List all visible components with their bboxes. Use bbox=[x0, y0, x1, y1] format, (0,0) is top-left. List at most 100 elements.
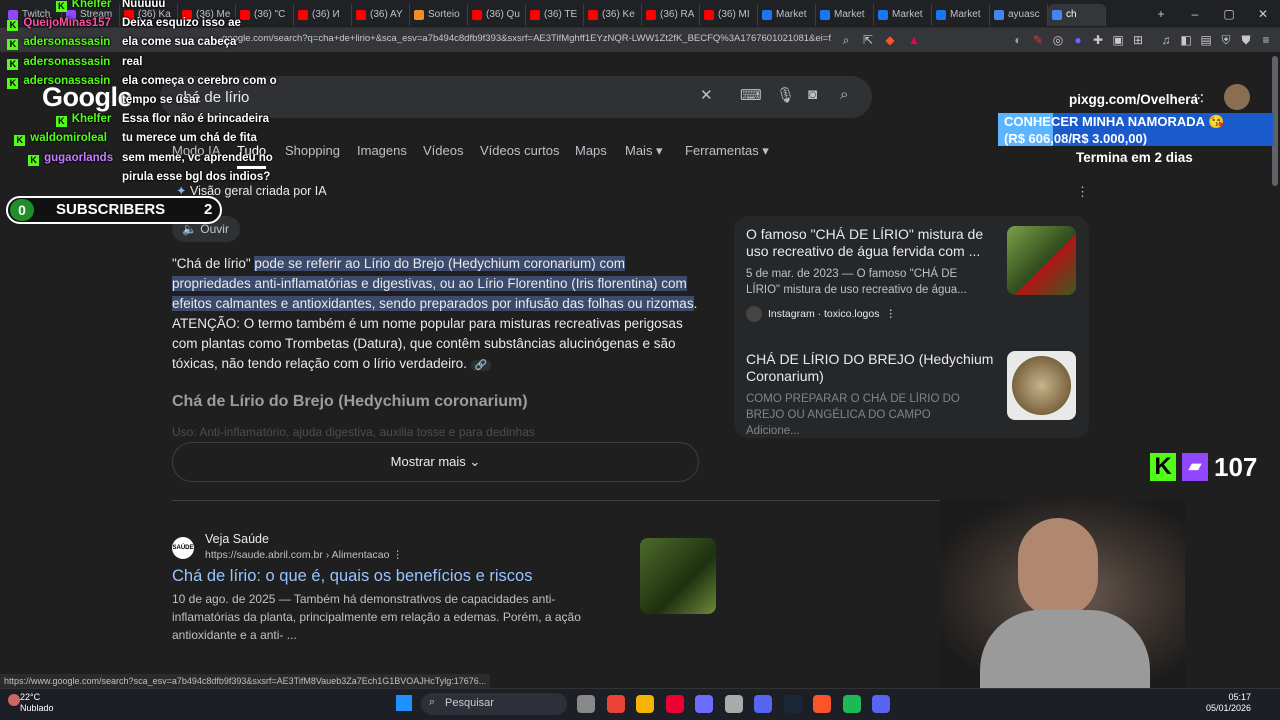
music-icon[interactable]: ♫ bbox=[1158, 32, 1174, 48]
steam-icon[interactable] bbox=[783, 695, 802, 713]
nav-tab[interactable]: Mais ▾ bbox=[625, 143, 663, 159]
more-options-icon[interactable]: ⋮ bbox=[392, 549, 403, 561]
nav-tab[interactable]: Vídeos bbox=[423, 143, 463, 158]
nav-tab[interactable]: Imagens bbox=[357, 143, 407, 158]
app-icon[interactable] bbox=[754, 695, 772, 713]
browser-tab[interactable]: (36) Qu bbox=[468, 3, 526, 26]
browser-tab[interactable]: (36) "C bbox=[236, 3, 294, 26]
subscribers-label: SUBSCRIBERS bbox=[56, 201, 166, 218]
result-site-name[interactable]: Veja Saúde bbox=[205, 532, 269, 546]
app-icon[interactable] bbox=[724, 695, 743, 713]
file-explorer-icon[interactable] bbox=[577, 695, 595, 713]
spotify-icon[interactable] bbox=[842, 695, 861, 713]
grid-icon: ⁙ bbox=[1192, 91, 1206, 108]
browser-tab[interactable]: (36) И bbox=[294, 3, 352, 26]
extension-icon[interactable]: ◎ bbox=[1050, 32, 1066, 48]
browser-tab[interactable]: Market bbox=[816, 3, 874, 26]
kick-badge-icon: K bbox=[28, 154, 40, 166]
browser-tab[interactable]: (36) TE bbox=[526, 3, 584, 26]
extension-icon[interactable]: ● bbox=[1070, 32, 1086, 48]
alert-icon[interactable]: ▲ bbox=[906, 32, 922, 48]
webcam-feed bbox=[940, 500, 1185, 690]
clear-icon[interactable]: ✕ bbox=[700, 86, 713, 104]
nav-tab[interactable]: Ferramentas ▾ bbox=[685, 143, 769, 159]
browser-tab[interactable]: (36) AY bbox=[352, 3, 410, 26]
chat-username: waldomiroleal bbox=[30, 132, 107, 145]
source-card-title[interactable]: CHÁ DE LÍRIO DO BREJO (Hedychium Coronar… bbox=[746, 351, 1001, 385]
result-title-link[interactable]: Chá de lírio: o que é, quais os benefíci… bbox=[172, 567, 532, 586]
source-card-title[interactable]: O famoso "CHÁ DE LÍRIO" mistura de uso r… bbox=[746, 226, 1001, 260]
clock[interactable]: 05:17 05/01/2026 bbox=[1206, 692, 1251, 714]
wallet-icon[interactable]: ▤ bbox=[1198, 32, 1214, 48]
tab-favicon-icon bbox=[472, 9, 482, 20]
chrome-icon[interactable] bbox=[606, 695, 625, 713]
browser-tab[interactable]: (36) RA bbox=[642, 3, 700, 26]
share-icon[interactable]: ⇱ bbox=[860, 32, 876, 48]
shield-icon[interactable]: ⛊ bbox=[1238, 32, 1254, 48]
source-card-desc: COMO PREPARAR O CHÁ DE LÍRIO DO BREJO OU… bbox=[746, 393, 960, 437]
browser-tab[interactable]: Market bbox=[874, 3, 932, 26]
nav-tab[interactable]: Maps bbox=[575, 143, 607, 158]
browser-tab[interactable]: ch bbox=[1048, 3, 1106, 26]
source-card[interactable]: CHÁ DE LÍRIO DO BREJO (Hedychium Coronar… bbox=[734, 351, 1089, 439]
brave-icon[interactable] bbox=[813, 695, 831, 713]
result-url[interactable]: https://saude.abril.com.br › Alimentacao… bbox=[205, 549, 403, 561]
brave-shield-icon[interactable]: ◆ bbox=[882, 32, 898, 48]
show-more-button[interactable]: Mostrar mais ⌄ bbox=[172, 442, 699, 482]
result-thumbnail[interactable] bbox=[640, 538, 716, 614]
nav-tab[interactable]: Shopping bbox=[285, 143, 340, 158]
subscribers-count: 2 bbox=[204, 201, 213, 218]
vpn-icon[interactable]: ⛨ bbox=[1218, 32, 1234, 48]
microphone-icon[interactable]: 🎙 bbox=[776, 86, 795, 104]
taskbar-search[interactable]: ⌕ Pesquisar bbox=[421, 693, 567, 715]
source-card-thumbnail[interactable] bbox=[1007, 351, 1076, 420]
source-card-thumbnail[interactable] bbox=[1007, 226, 1076, 295]
sidebar-icon[interactable]: ◧ bbox=[1178, 32, 1194, 48]
zoom-icon[interactable]: ⌕ bbox=[838, 32, 854, 48]
browser-tab[interactable]: Sorteio bbox=[410, 3, 468, 26]
app-icon[interactable] bbox=[695, 695, 713, 713]
source-card[interactable]: O famoso "CHÁ DE LÍRIO" mistura de uso r… bbox=[734, 226, 1089, 322]
chat-username: Khelfer bbox=[71, 0, 112, 10]
windows-start-icon[interactable] bbox=[396, 695, 412, 711]
kick-icon: K bbox=[1150, 453, 1176, 481]
chat-message: sem meme, vc aprendeu no bbox=[122, 151, 273, 164]
speaker-icon: 🔈 bbox=[182, 222, 197, 236]
opera-icon[interactable] bbox=[665, 695, 684, 713]
close-window-button[interactable]: ✕ bbox=[1246, 7, 1280, 21]
tab-label: Sorteio bbox=[428, 9, 460, 20]
tab-label: (36) MI bbox=[718, 9, 750, 20]
url-field[interactable]: google.com/search?q=cha+de+lirio+&sca_es… bbox=[222, 33, 832, 44]
chat-username: Khelfer bbox=[71, 113, 112, 126]
weather-widget[interactable]: 22°C Nublado bbox=[20, 692, 54, 714]
extension-icon[interactable]: ◐ bbox=[1010, 32, 1026, 48]
save-icon[interactable]: ⊞ bbox=[1130, 32, 1146, 48]
tab-favicon-icon bbox=[994, 9, 1004, 20]
new-tab-button[interactable]: + bbox=[1144, 7, 1178, 21]
link-icon[interactable]: 🔗 bbox=[470, 360, 492, 371]
lens-icon[interactable]: ◙ bbox=[808, 86, 817, 103]
browser-tab[interactable]: Market bbox=[932, 3, 990, 26]
menu-icon[interactable]: ≡ bbox=[1258, 32, 1274, 48]
discord-icon[interactable] bbox=[872, 695, 890, 713]
extension-icon[interactable]: ✎ bbox=[1030, 32, 1046, 48]
minimize-button[interactable]: – bbox=[1178, 7, 1212, 21]
search-icon[interactable]: ⌕ bbox=[840, 86, 848, 103]
streamer-shirt bbox=[980, 610, 1150, 690]
browser-tab[interactable]: (36) MI bbox=[700, 3, 758, 26]
screenshot-icon[interactable]: ▣ bbox=[1110, 32, 1126, 48]
tab-label: (36) Ke bbox=[602, 9, 635, 20]
folder-icon[interactable] bbox=[636, 695, 654, 713]
browser-tab[interactable]: Market bbox=[758, 3, 816, 26]
nav-tab[interactable]: Vídeos curtos bbox=[480, 143, 560, 158]
more-options-icon[interactable]: ⋮ bbox=[1076, 184, 1089, 200]
puzzle-icon[interactable]: ✚ bbox=[1090, 32, 1106, 48]
browser-tab[interactable]: (36) Ke bbox=[584, 3, 642, 26]
ai-section-heading: Chá de Lírio do Brejo (Hedychium coronar… bbox=[172, 393, 528, 410]
tab-label: (36) TE bbox=[544, 9, 578, 20]
more-options-icon[interactable]: ⋮ bbox=[885, 308, 896, 320]
tab-favicon-icon bbox=[936, 9, 946, 20]
keyboard-icon[interactable]: ⌨ bbox=[740, 86, 762, 104]
maximize-button[interactable]: ▢ bbox=[1212, 7, 1246, 21]
browser-tab[interactable]: ayuasc bbox=[990, 3, 1048, 26]
